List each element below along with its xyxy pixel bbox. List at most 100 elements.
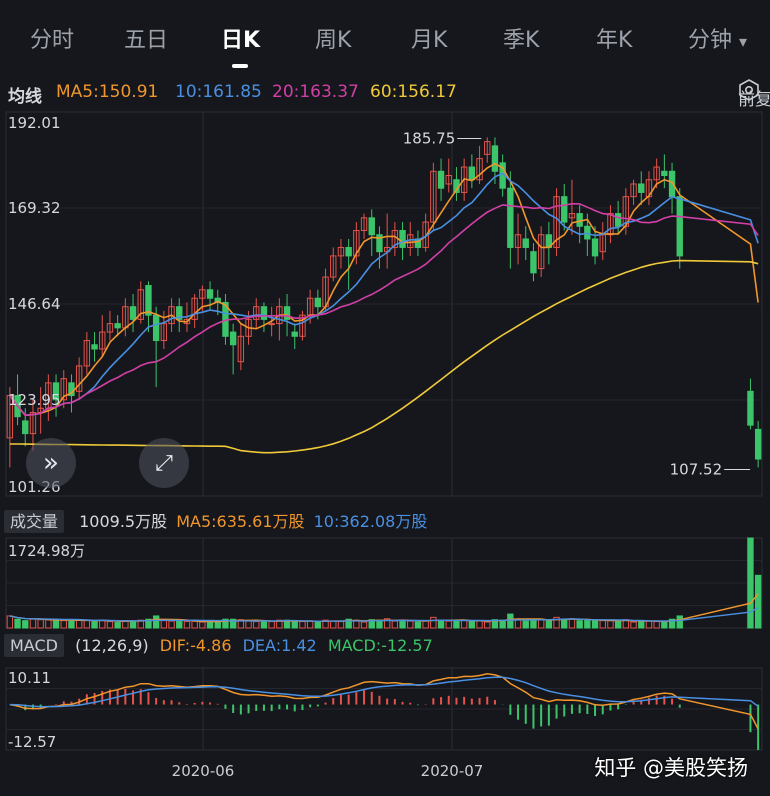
tab-minute[interactable]: 分钟 ▾: [688, 22, 747, 54]
candle-body: [260, 306, 268, 320]
ma-legend: 均线 MA5:150.91 10:161.85 20:163.37 60:156…: [0, 76, 770, 110]
chevron-down-icon: ▾: [739, 32, 748, 51]
volume-bar: [22, 620, 29, 629]
candle-body: [491, 145, 499, 172]
volume-bar: [160, 620, 168, 629]
macd-title[interactable]: MACD: [4, 634, 64, 657]
candle-body: [368, 217, 375, 236]
volume-bar: [45, 619, 52, 629]
volume-bar: [345, 618, 352, 629]
tab-monthly-k[interactable]: 月K: [411, 22, 447, 54]
candle-body: [60, 378, 67, 401]
volume-bar: [591, 620, 599, 629]
volume-bar: [68, 620, 75, 629]
candle-body: [499, 162, 506, 189]
volume-bar: [291, 621, 298, 629]
volume-bar: [468, 620, 476, 629]
candle-body: [747, 390, 754, 426]
adjust-label: 前复权: [738, 90, 770, 110]
candle-body: [306, 297, 314, 316]
ma5-value: MA5:150.91: [56, 82, 159, 102]
volume-bar: [122, 620, 129, 629]
tab-yearly-k[interactable]: 年K: [596, 22, 632, 54]
volume-ma10-line: [9, 606, 759, 623]
volume-bar: [445, 620, 452, 629]
candle-body: [237, 335, 245, 363]
candle-body: [422, 221, 429, 248]
volume-max-label: 1724.98万: [8, 542, 85, 560]
macd-value: MACD:-12.57: [327, 636, 433, 655]
candle-body: [545, 234, 553, 248]
volume-bar: [176, 620, 183, 629]
x-tick-label: 2020-06: [172, 762, 235, 780]
ma-title[interactable]: 均线: [8, 82, 42, 107]
y-tick-label: 192.01: [8, 114, 61, 132]
candle-body: [591, 238, 599, 257]
volume-bar: [168, 620, 175, 629]
y-tick-label: 123.95: [8, 391, 61, 409]
volume-bar: [747, 537, 754, 629]
candle-body: [106, 323, 114, 333]
candle-body: [299, 314, 306, 337]
candle-body: [276, 306, 283, 325]
volume-bar: [152, 615, 160, 629]
candle-body: [437, 170, 445, 189]
axis-labels: 192.01169.32146.64123.95101.26185.75107.…: [8, 114, 751, 780]
ma20-line: [9, 202, 759, 417]
fullscreen-icon[interactable]: ⤢: [139, 438, 189, 488]
volume-bar: [499, 619, 506, 629]
volume-bar: [383, 618, 391, 629]
volume-bar: [507, 613, 514, 629]
volume-bar: [491, 619, 499, 629]
candle-body: [676, 196, 683, 257]
volume-bar: [314, 621, 322, 629]
volume-bar: [638, 620, 645, 629]
tab-daily-k[interactable]: 日K: [221, 22, 260, 54]
volume-bar: [29, 618, 37, 629]
volume-bar: [399, 620, 406, 629]
candle-body: [168, 306, 175, 325]
ma60-value: 60:156.17: [370, 82, 457, 102]
candle-body: [322, 276, 329, 308]
macd-dif: DIF:-4.86: [159, 636, 232, 655]
candle-body: [507, 187, 514, 248]
expand-forward-icon[interactable]: »: [26, 438, 76, 488]
candle-body: [29, 411, 37, 435]
y-tick-label: 146.64: [8, 295, 61, 313]
high-price-label: 185.75: [403, 129, 456, 147]
candle-body: [75, 365, 83, 392]
macd-series: [9, 673, 760, 750]
candle-body: [630, 183, 637, 198]
tab-intraday[interactable]: 分时: [30, 22, 74, 54]
candle-body: [754, 428, 762, 460]
tab-quarterly-k[interactable]: 季K: [503, 22, 539, 54]
panel-frame: [5, 111, 763, 497]
candle-body: [445, 175, 452, 185]
tab-weekly-k[interactable]: 周K: [315, 22, 351, 54]
volume-bar: [245, 620, 252, 629]
volume-bar: [391, 620, 399, 629]
moving-average-lines: [9, 162, 759, 454]
candle-body: [6, 395, 14, 439]
volume-legend: 成交量 1009.5万股 MA5:635.61万股 10:362.08万股: [4, 508, 427, 533]
volume-bar: [191, 620, 198, 629]
volume-bar: [553, 616, 560, 629]
dea-line: [9, 676, 759, 708]
volume-bar: [52, 619, 60, 629]
volume-bar: [114, 622, 121, 629]
volume-bar: [476, 620, 483, 629]
volume-bar: [299, 621, 306, 629]
candle-body: [214, 297, 221, 303]
candle-body: [52, 382, 60, 401]
ma10-value: 10:161.85: [175, 82, 262, 102]
volume-title[interactable]: 成交量: [4, 510, 65, 533]
candle-body: [176, 306, 183, 320]
tab-five-day[interactable]: 五日: [124, 22, 168, 54]
candle-body: [245, 318, 252, 337]
candle-body: [561, 196, 568, 223]
candle-body: [584, 225, 591, 240]
candle-body: [484, 141, 491, 155]
adjust-selector[interactable]: 前复权: [738, 79, 770, 110]
candle-body: [129, 306, 137, 320]
candle-body: [360, 217, 368, 232]
